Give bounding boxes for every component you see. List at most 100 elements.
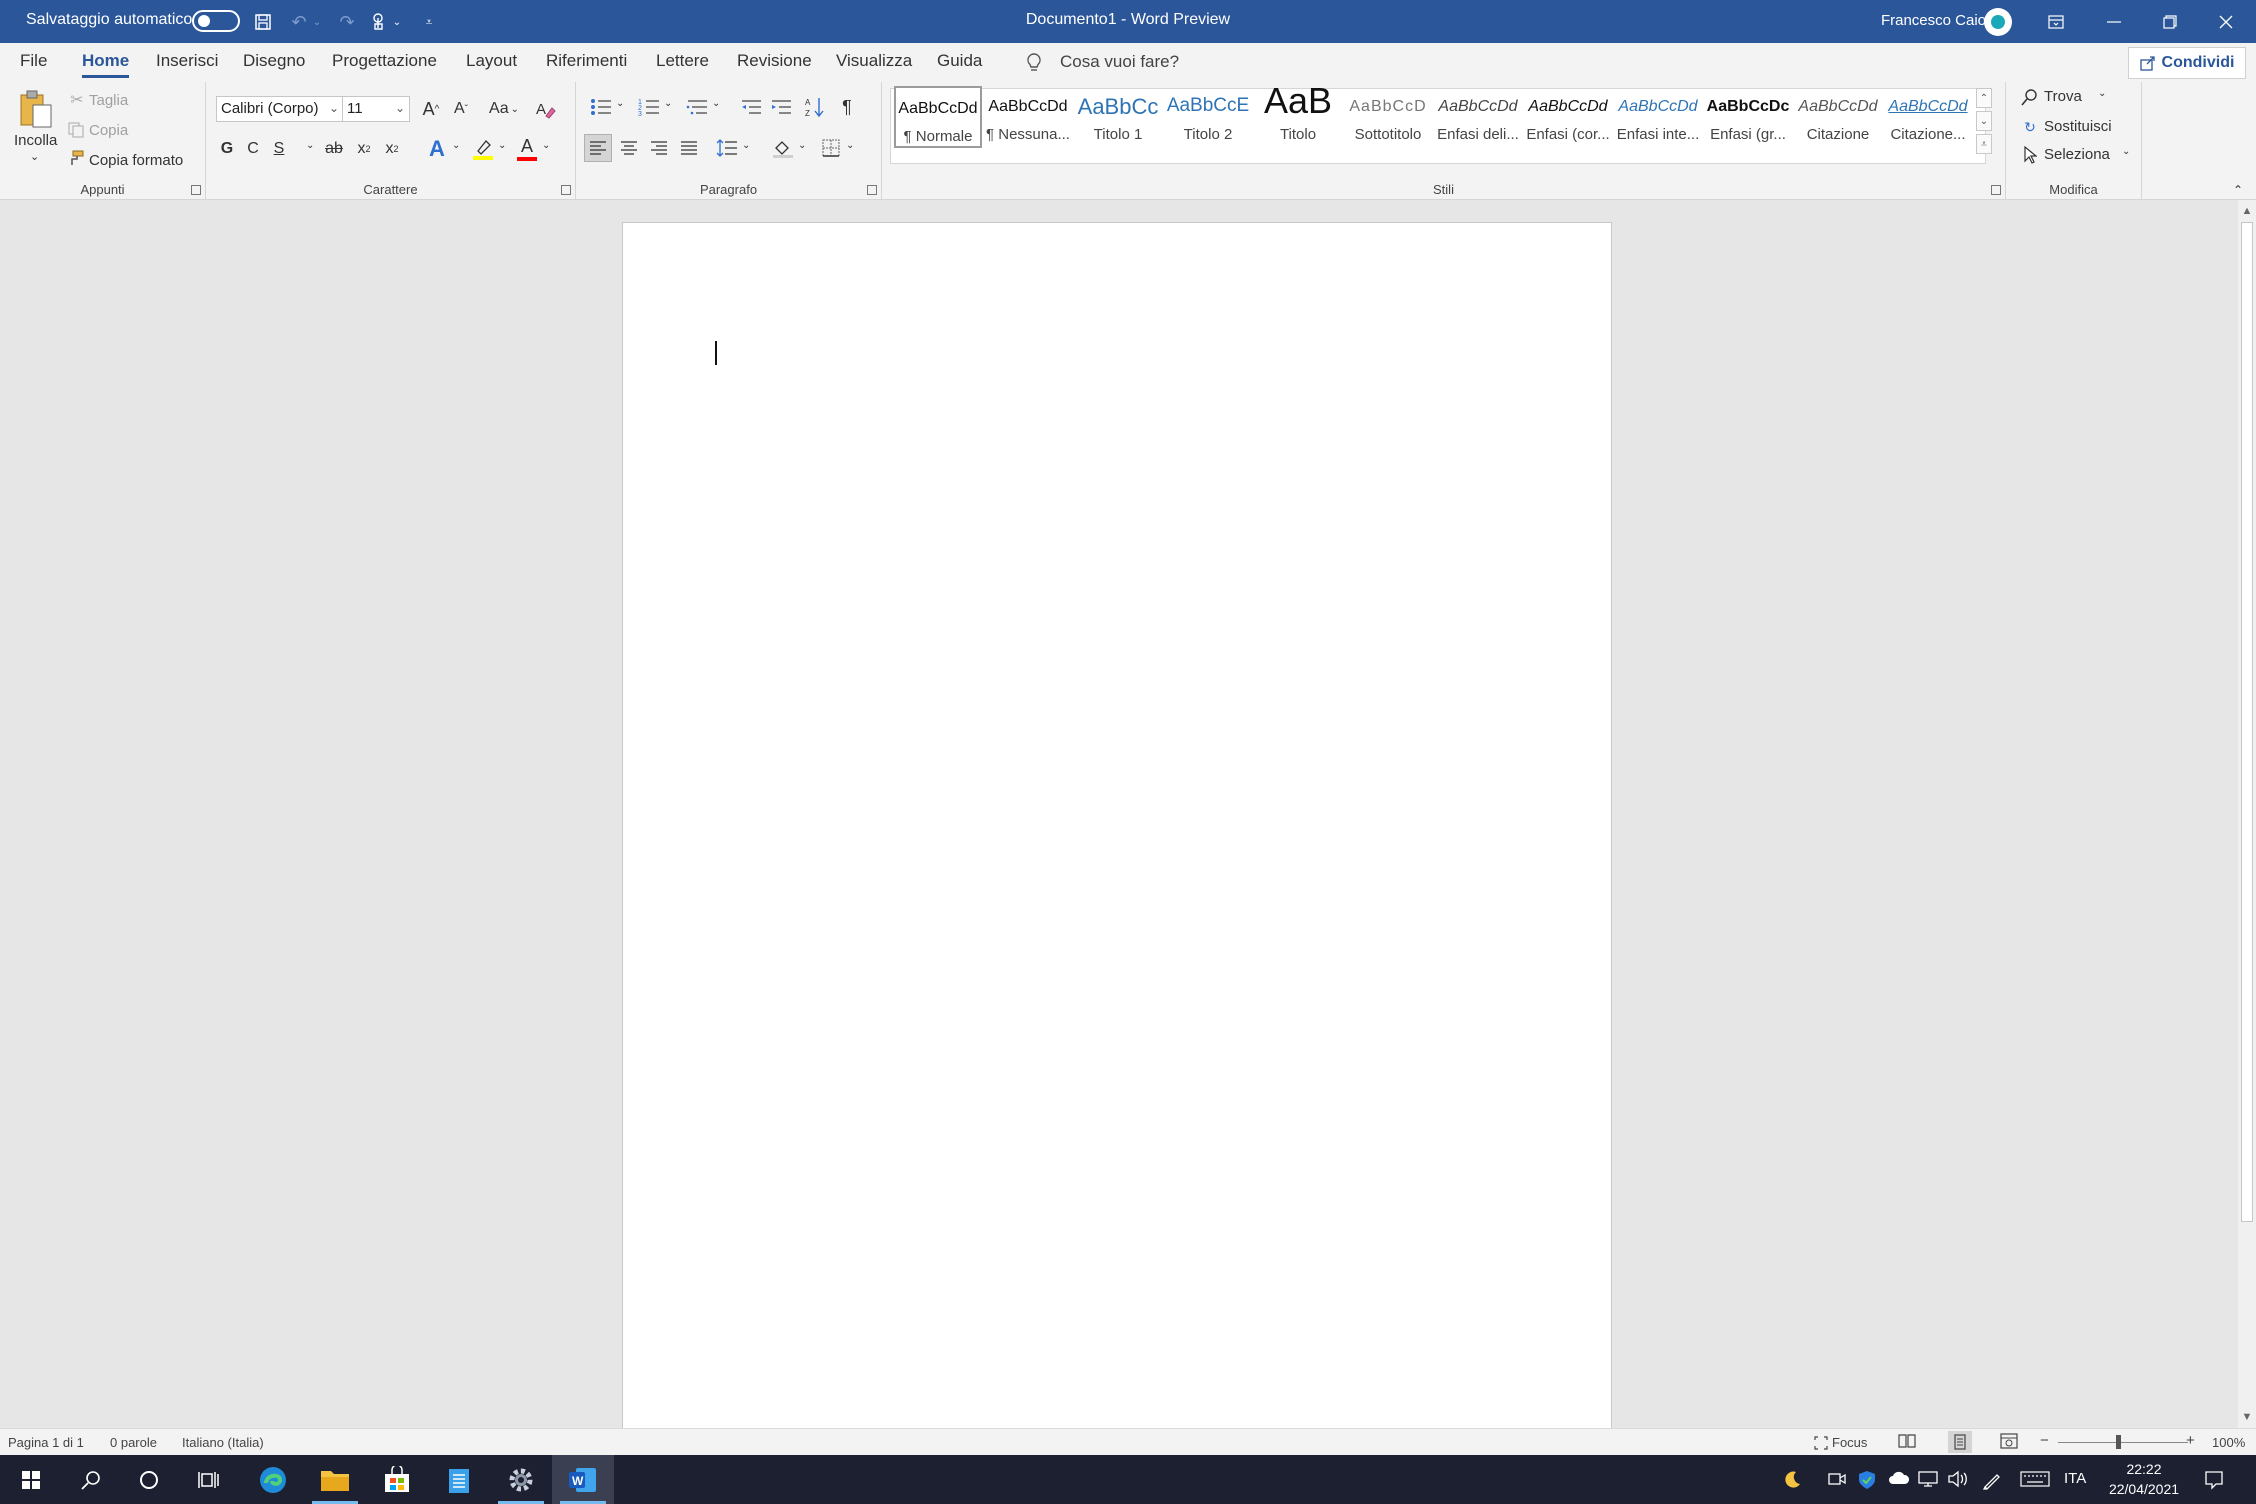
style-item[interactable]: AaBbCcDd ¶ Nessuna...	[984, 86, 1072, 148]
style-item[interactable]: AaB Titolo	[1254, 80, 1342, 148]
windows-start-icon[interactable]	[0, 1455, 62, 1504]
subscript-button[interactable]: x2	[352, 136, 376, 162]
justify-icon[interactable]	[676, 134, 702, 162]
find-dropdown-icon[interactable]: ⌄	[2098, 88, 2106, 99]
cut-icon[interactable]: ✂	[68, 90, 86, 110]
autosave-toggle[interactable]	[192, 10, 240, 32]
zoom-slider[interactable]	[2058, 1442, 2188, 1443]
page-count[interactable]: Pagina 1 di 1	[8, 1435, 84, 1450]
bold-button[interactable]: G	[216, 136, 238, 162]
volume-icon[interactable]	[1948, 1470, 1968, 1493]
keyboard-icon[interactable]	[2020, 1470, 2050, 1493]
borders-dropdown-icon[interactable]: ⌄	[846, 140, 854, 151]
underline-dropdown-icon[interactable]: ⌄	[306, 140, 314, 151]
multilevel-dropdown-icon[interactable]: ⌄	[712, 98, 720, 109]
tab-draw[interactable]: Disegno	[243, 51, 305, 71]
styles-more-icon[interactable]: ⩡	[1976, 134, 1992, 154]
task-view-icon[interactable]	[178, 1455, 240, 1504]
tab-references[interactable]: Riferimenti	[546, 51, 627, 71]
multilevel-list-icon[interactable]	[684, 94, 710, 120]
replace-label[interactable]: Sostituisci	[2044, 118, 2112, 135]
select-dropdown-icon[interactable]: ⌄	[2122, 146, 2130, 157]
zoom-level[interactable]: 100%	[2212, 1435, 2245, 1450]
change-case-button[interactable]: Aa ⌄	[484, 96, 524, 122]
style-item[interactable]: AaBbCcDd Enfasi inte...	[1614, 86, 1702, 148]
scroll-up-icon[interactable]: ▲	[2238, 202, 2256, 220]
sort-icon[interactable]: AZ	[802, 94, 828, 120]
tab-file[interactable]: File	[20, 51, 47, 71]
style-item[interactable]: AaBbCcDd Citazione...	[1884, 86, 1972, 148]
highlight-icon[interactable]	[470, 134, 496, 164]
paragraph-launcher-icon[interactable]	[867, 185, 877, 195]
web-layout-icon[interactable]	[2000, 1433, 2018, 1452]
cut-label[interactable]: Taglia	[89, 92, 128, 109]
tab-help[interactable]: Guida	[937, 51, 982, 71]
styles-scroll-up-icon[interactable]: ⌃	[1976, 88, 1992, 108]
share-button[interactable]: Condividi	[2128, 47, 2246, 79]
language-indicator[interactable]: Italiano (Italia)	[182, 1435, 264, 1450]
style-item[interactable]: AaBbCc Titolo 1	[1074, 86, 1162, 148]
numbering-dropdown-icon[interactable]: ⌄	[664, 98, 672, 109]
read-mode-icon[interactable]	[1898, 1433, 1916, 1452]
search-icon[interactable]	[2020, 86, 2040, 108]
font-color-icon[interactable]: A	[514, 134, 540, 164]
decrease-indent-icon[interactable]	[738, 94, 764, 120]
line-spacing-dropdown-icon[interactable]: ⌄	[742, 140, 750, 151]
styles-launcher-icon[interactable]	[1991, 185, 2001, 195]
clipboard-launcher-icon[interactable]	[191, 185, 201, 195]
user-name[interactable]: Francesco Caio	[1881, 12, 1986, 29]
increase-indent-icon[interactable]	[768, 94, 794, 120]
pen-ink-icon[interactable]	[1982, 1470, 2002, 1495]
cursor-select-icon[interactable]	[2020, 144, 2040, 166]
word-app-icon[interactable]: W	[552, 1455, 614, 1504]
select-label[interactable]: Seleziona	[2044, 146, 2110, 163]
vertical-scrollbar[interactable]: ▲ ▼	[2238, 200, 2256, 1428]
zoom-slider-thumb[interactable]	[2116, 1435, 2121, 1449]
tab-insert[interactable]: Inserisci	[156, 51, 218, 71]
cortana-icon[interactable]	[118, 1455, 180, 1504]
copy-label[interactable]: Copia	[89, 122, 128, 139]
highlight-dropdown-icon[interactable]: ⌄	[498, 140, 506, 151]
shrink-font-icon[interactable]: Aˇ	[448, 96, 474, 122]
font-size-field[interactable]: 11 ⌄	[342, 96, 410, 122]
superscript-button[interactable]: x2	[380, 136, 404, 162]
borders-icon[interactable]	[818, 134, 844, 162]
shading-icon[interactable]	[770, 134, 796, 162]
style-item[interactable]: AaBbCcDd Enfasi (cor...	[1524, 86, 1612, 148]
shading-dropdown-icon[interactable]: ⌄	[798, 140, 806, 151]
font-name-field[interactable]: Calibri (Corpo) ⌄	[216, 96, 344, 122]
edge-browser-icon[interactable]	[242, 1455, 304, 1504]
paste-label[interactable]: Incolla	[14, 132, 57, 149]
replace-icon[interactable]: ↻	[2020, 116, 2040, 138]
style-item[interactable]: AaBbCcDd ¶ Normale	[894, 86, 982, 148]
touch-mode-dropdown-icon[interactable]: ⌄	[390, 9, 404, 35]
format-painter-icon[interactable]	[66, 148, 86, 168]
avatar[interactable]	[1984, 8, 2012, 36]
font-color-dropdown-icon[interactable]: ⌄	[542, 140, 550, 151]
line-spacing-icon[interactable]	[714, 134, 740, 162]
restore-icon[interactable]	[2140, 0, 2200, 43]
align-center-icon[interactable]	[616, 134, 642, 162]
strikethrough-button[interactable]: ab	[320, 136, 348, 162]
store-icon[interactable]	[366, 1455, 428, 1504]
onedrive-cloud-icon[interactable]	[1888, 1470, 1910, 1491]
file-explorer-icon[interactable]	[304, 1455, 366, 1504]
input-language[interactable]: ITA	[2064, 1470, 2086, 1487]
underline-button[interactable]: S	[268, 136, 290, 162]
touch-mode-icon[interactable]	[366, 9, 392, 35]
align-left-icon[interactable]	[584, 134, 612, 162]
style-item[interactable]: AaBbCcDd Enfasi deli...	[1434, 86, 1522, 148]
tab-home[interactable]: Home	[82, 51, 130, 78]
copy-icon[interactable]	[66, 120, 86, 140]
clear-formatting-icon[interactable]: A	[532, 96, 558, 122]
document-page[interactable]	[622, 222, 1612, 1432]
undo-icon[interactable]: ↶	[286, 9, 312, 35]
paste-icon[interactable]	[10, 88, 62, 132]
style-item[interactable]: AaBbCcD Sottotitolo	[1344, 86, 1432, 148]
notifications-icon[interactable]	[2204, 1470, 2224, 1495]
collapse-ribbon-icon[interactable]: ⌃	[2226, 182, 2250, 198]
settings-gear-icon[interactable]	[490, 1455, 552, 1504]
format-painter-label[interactable]: Copia formato	[89, 152, 183, 169]
style-item[interactable]: AaBbCcDd Citazione	[1794, 86, 1882, 148]
minimize-icon[interactable]	[2084, 0, 2144, 43]
